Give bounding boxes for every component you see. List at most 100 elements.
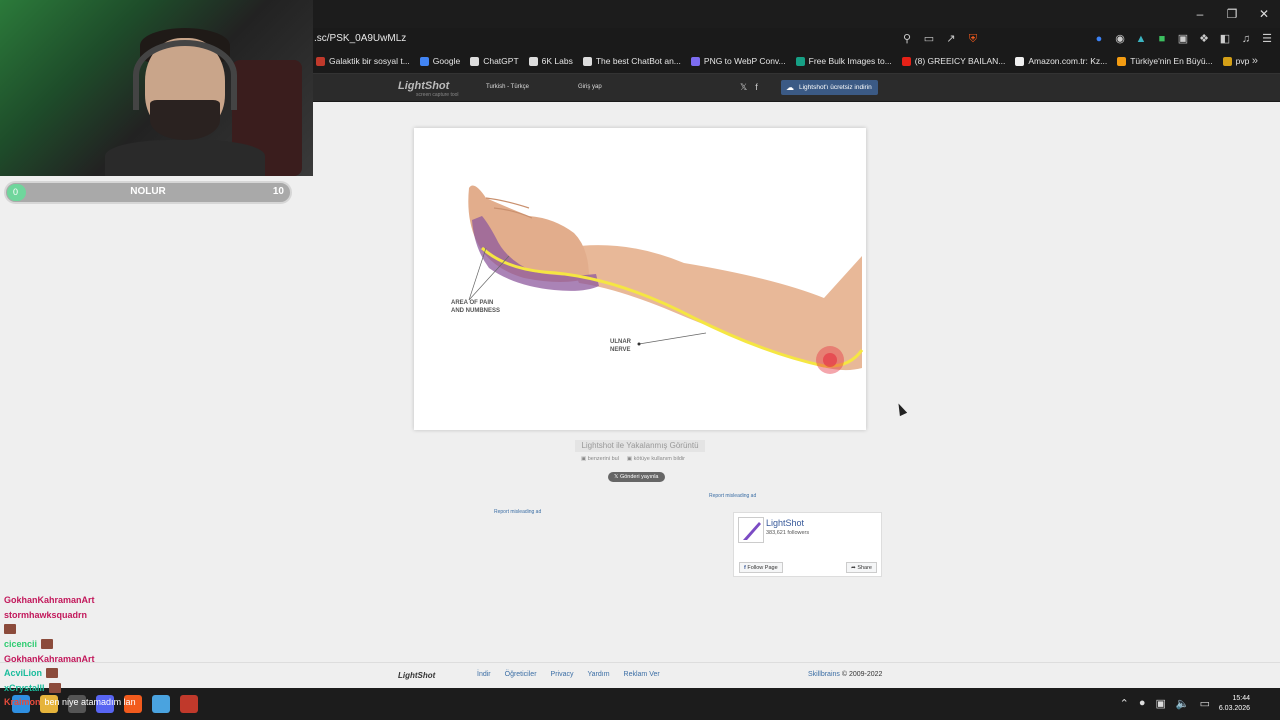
footer-link[interactable]: Reklam Ver [624, 671, 660, 678]
facebook-icon: f [744, 565, 746, 571]
footer-link[interactable]: Yardım [587, 671, 609, 678]
fb-page-name[interactable]: LightShot [766, 518, 804, 528]
copyright-text: © 2009-2022 [841, 671, 883, 678]
playlist-icon[interactable]: ♫ [1239, 32, 1253, 46]
volume-icon[interactable]: 🔈 [1176, 697, 1190, 710]
clock-time: 15:44 [1232, 695, 1250, 702]
minimize-icon[interactable]: – [1184, 0, 1216, 28]
skillbrains-link[interactable]: Skillbrains [808, 671, 840, 678]
restore-icon[interactable]: ❐ [1216, 0, 1248, 28]
chat-username: AcviLion [4, 668, 43, 679]
login-link[interactable]: Giriş yap [578, 84, 602, 90]
chat-username: stormhawksquadrn [4, 609, 88, 620]
caption-actions: ▣ benzerini bul ▣ kötüye kullanım bildir [581, 456, 685, 462]
follow-label: Follow Page [747, 565, 778, 571]
extension-icon[interactable]: ◉ [1113, 32, 1127, 46]
report-ad-link[interactable]: Report misleading ad [709, 493, 756, 499]
extension-icon[interactable]: ▲ [1134, 32, 1148, 46]
captured-image: AREA OF PAIN AND NUMBNESS ULNAR NERVE [414, 128, 866, 430]
chat-username: GokhanKahramanArt [4, 595, 95, 606]
bookmark-item[interactable]: (8) GREEICY BAILAN... [901, 56, 1006, 66]
sidebar-icon[interactable]: ◧ [1218, 32, 1232, 46]
twitter-icon[interactable]: 𝕏 [740, 82, 747, 93]
bookmark-item[interactable]: pvp [1222, 56, 1249, 66]
chat-emote-icon [46, 668, 59, 679]
find-similar-link[interactable]: ▣ benzerini bul [581, 456, 619, 462]
microphone-icon[interactable]: ● [1139, 697, 1146, 710]
image-caption: Lightshot ile Yakalanmış Görüntü [575, 440, 705, 452]
chat-message: cicencii [4, 637, 304, 652]
ulnar-nerve-illustration: AREA OF PAIN AND NUMBNESS ULNAR NERVE [451, 185, 864, 374]
bookmark-item[interactable]: 6K Labs [528, 56, 573, 66]
follow-page-button[interactable]: f Follow Page [739, 562, 783, 573]
pain-area-label-2: AND NUMBNESS [451, 308, 500, 314]
system-tray: ⌃ ● ▣ 🔈 ▭ [1120, 697, 1210, 710]
footer-link[interactable]: Öğreticiler [505, 671, 537, 678]
chat-message: AcviLion [4, 666, 304, 681]
bookmark-item[interactable]: Free Bulk Images to... [795, 56, 892, 66]
bookmark-favicon-icon [690, 56, 700, 66]
clock-date: 6.03.2026 [1218, 705, 1250, 712]
facebook-icon[interactable]: f [755, 82, 758, 93]
network-icon[interactable]: ▣ [1155, 697, 1165, 710]
battery-icon[interactable]: ▭ [1200, 697, 1210, 710]
bookmark-label: (8) GREEICY BAILAN... [914, 56, 1006, 66]
report-ad-link[interactable]: Report misleading ad [494, 509, 541, 515]
fb-followers-count: 383,621 followers [766, 530, 810, 536]
brave-shield-icon[interactable]: ⛨ [966, 32, 980, 46]
share-label: Share [857, 565, 872, 571]
bookmark-label: PNG to WebP Conv... [703, 56, 786, 66]
window-controls: – ❐ ✕ [1184, 0, 1280, 28]
nerve-label: ULNAR [610, 339, 632, 345]
bookmark-label: 6K Labs [541, 56, 573, 66]
bookmark-item[interactable]: PNG to WebP Conv... [690, 56, 786, 66]
footer-logo[interactable]: LightShot [398, 671, 435, 680]
share-button[interactable]: ➦ Share [846, 562, 877, 573]
tweet-button[interactable]: 𝕏 Gönderi yayınla [608, 472, 665, 482]
lightshot-logo[interactable]: LightShot [398, 80, 449, 92]
extension-icon[interactable]: ● [1092, 32, 1106, 46]
footer-links: İndir Öğreticiler Privacy Yardım Reklam Ver [477, 671, 660, 678]
url-field[interactable]: .sc/PSK_0A9UwMLz [314, 33, 406, 44]
report-abuse-label: kötüye kullanım bildir [633, 456, 686, 462]
social-links: 𝕏 f [740, 82, 758, 93]
bookmark-list: Galaktik bir sosyal t... Google ChatGPT 6K … [316, 56, 1249, 66]
webcam-overlay [0, 0, 313, 176]
bookmark-item[interactable]: Amazon.com.tr: Kz... [1015, 56, 1107, 66]
bookmarks-overflow-icon[interactable]: » [1252, 55, 1258, 67]
footer-link[interactable]: İndir [477, 671, 491, 678]
cast-icon[interactable]: ▭ [922, 32, 936, 46]
close-icon[interactable]: ✕ [1248, 0, 1280, 28]
bookmark-item[interactable]: ChatGPT [470, 56, 519, 66]
footer-link[interactable]: Privacy [551, 671, 574, 678]
poll-bar: 0 NOLUR 10 [4, 181, 292, 204]
menu-icon[interactable]: ☰ [1260, 32, 1274, 46]
language-selector[interactable]: Turkish - Türkçe [486, 84, 529, 90]
chevron-up-icon[interactable]: ⌃ [1120, 697, 1129, 710]
clock[interactable]: 15:44 6.03.2026 [1219, 694, 1250, 714]
bookmark-favicon-icon [795, 56, 805, 66]
poll-label: NOLUR [130, 186, 166, 197]
share-icon[interactable]: ↗ [944, 32, 958, 46]
report-abuse-link[interactable]: ▣ kötüye kullanım bildir [627, 456, 685, 462]
bookmark-item[interactable]: The best ChatBot an... [582, 56, 681, 66]
chat-message: Kraimon ben niye atamadım lan [4, 695, 304, 710]
bookmark-item[interactable]: Türkiye'nin En Büyü... [1117, 56, 1213, 66]
lightshot-tagline: screen capture tool [416, 92, 459, 98]
zoom-icon[interactable]: ⚲ [900, 32, 914, 46]
find-similar-label: benzerini bul [587, 456, 619, 462]
download-button[interactable]: Lightshot'ı ücretsiz indirin [781, 80, 878, 95]
extension-icon[interactable]: ■ [1155, 32, 1169, 46]
bookmark-item[interactable]: Galaktik bir sosyal t... [316, 56, 410, 66]
chat-message: xCrystalll [4, 681, 304, 696]
puzzle-icon[interactable]: ❖ [1197, 32, 1211, 46]
chat-message: stormhawksquadrn [4, 608, 304, 623]
chat-emote-icon [48, 682, 61, 693]
bookmark-favicon-icon [1222, 56, 1232, 66]
bookmark-item[interactable]: Google [419, 56, 460, 66]
chat-emote-icon [41, 639, 54, 650]
bookmark-label: ChatGPT [483, 56, 519, 66]
chat-message: GokhanKahramanArt [4, 651, 304, 666]
extension-icon[interactable]: ▣ [1176, 32, 1190, 46]
page-avatar[interactable] [738, 517, 764, 543]
